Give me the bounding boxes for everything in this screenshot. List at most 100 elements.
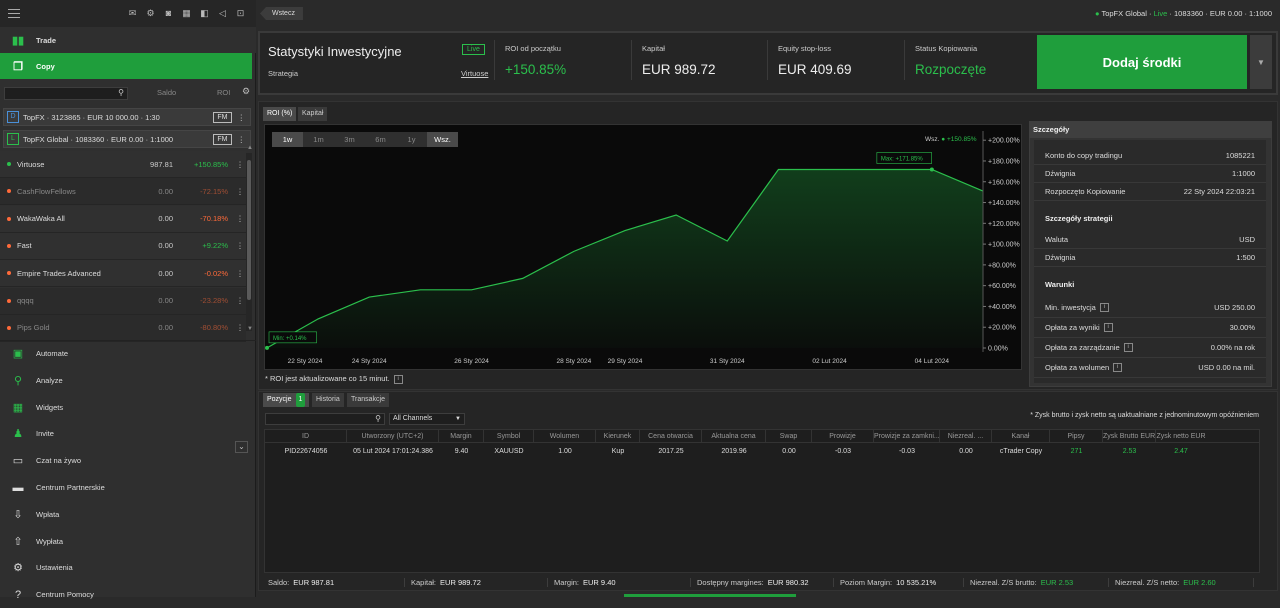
column-header[interactable]: Kanał bbox=[992, 430, 1050, 442]
timeframe-1w[interactable]: 1w bbox=[272, 132, 303, 147]
nav-briefcase[interactable]: ▬ Centrum Partnerskie bbox=[0, 474, 256, 501]
chart-window-icon[interactable]: ⊡ bbox=[235, 8, 246, 19]
add-funds-dropdown-icon[interactable]: ▼ bbox=[1250, 35, 1272, 89]
list-item[interactable]: Pips Gold 0.00 -80.80% ⋮ bbox=[0, 314, 246, 342]
more-options-icon[interactable]: ⋮ bbox=[234, 241, 246, 250]
back-button[interactable]: Wstecz bbox=[260, 7, 303, 20]
column-header[interactable]: Wolumen bbox=[534, 430, 596, 442]
column-header[interactable]: Symbol bbox=[484, 430, 534, 442]
stat-equity-label: Equity stop-loss bbox=[778, 44, 831, 53]
column-header[interactable]: Pipsy bbox=[1050, 430, 1103, 442]
nav-help[interactable]: ? Centrum Pomocy bbox=[0, 581, 256, 608]
settings-gear-icon[interactable]: ⚙ bbox=[242, 86, 250, 97]
nav-withdraw[interactable]: ⇧ Wypłata bbox=[0, 528, 256, 555]
nav-chat[interactable]: ▭ Czat na żywo bbox=[0, 447, 256, 474]
list-item[interactable]: Empire Trades Advanced 0.00 -0.02% ⋮ bbox=[0, 260, 246, 288]
more-options-icon[interactable]: ⋮ bbox=[234, 269, 246, 278]
tab-capital[interactable]: Kapitał bbox=[298, 107, 328, 121]
nav-deposit[interactable]: ⇩ Wpłata bbox=[0, 501, 256, 528]
more-options-icon[interactable]: ⋮ bbox=[234, 214, 246, 223]
more-options-icon[interactable]: ⋮ bbox=[238, 135, 246, 144]
table-row[interactable]: PID22674056 05 Lut 2024 17:01:24.386 9.40 X… bbox=[265, 445, 1259, 458]
detail-value: 1085221 bbox=[1225, 151, 1255, 160]
stat-status-label: Status Kopiowania bbox=[915, 44, 978, 53]
list-item[interactable]: CashFlowFellows 0.00 -72.15% ⋮ bbox=[0, 178, 246, 206]
scroll-down-icon[interactable]: ▼ bbox=[247, 326, 253, 332]
tab-historia[interactable]: Historia bbox=[312, 393, 344, 407]
column-header[interactable]: Zysk netto EUR bbox=[1156, 430, 1206, 442]
camera-icon[interactable]: ◙ bbox=[163, 8, 174, 19]
strategy-link[interactable]: Virtuose bbox=[461, 69, 488, 78]
fm-badge[interactable]: FM bbox=[213, 133, 232, 145]
more-options-icon[interactable]: ⋮ bbox=[234, 187, 246, 196]
fm-badge[interactable]: FM bbox=[213, 111, 232, 123]
detail-key: Min. inwestycja i bbox=[1045, 303, 1214, 313]
column-header[interactable]: Prowizje bbox=[812, 430, 874, 442]
column-header[interactable]: Niezreal. ... bbox=[940, 430, 992, 442]
more-options-icon[interactable]: ⋮ bbox=[234, 160, 246, 169]
summary-value: 10 535.21% bbox=[896, 578, 937, 587]
column-header[interactable]: Kierunek bbox=[596, 430, 640, 442]
more-options-icon[interactable]: ⋮ bbox=[234, 296, 246, 305]
positions-search-input[interactable]: ⚲ bbox=[265, 413, 385, 425]
detail-key: Opłata za wolumen i bbox=[1045, 363, 1198, 373]
column-header[interactable]: Zysk Brutto EUR bbox=[1103, 430, 1156, 442]
divider bbox=[767, 40, 768, 80]
calendar-icon[interactable]: ▦ bbox=[181, 8, 192, 19]
timeframe-3m[interactable]: 3m bbox=[334, 132, 365, 147]
chat-icon: ▭ bbox=[12, 455, 24, 468]
column-header[interactable]: Prowizje za zamkni... bbox=[874, 430, 940, 442]
sound-icon[interactable]: ◁ bbox=[217, 8, 228, 19]
nav-magnifier-chart[interactable]: ⚲ Analyze bbox=[0, 367, 256, 394]
nav-copy[interactable]: ❐ Copy bbox=[0, 53, 252, 79]
widgets-icon: ▦ bbox=[12, 401, 24, 414]
table-cell: 05 Lut 2024 17:01:24.386 bbox=[353, 448, 433, 455]
min-label: Min: +0.14% bbox=[273, 336, 307, 342]
list-item[interactable]: WakaWaka All 0.00 -70.18% ⋮ bbox=[0, 205, 246, 233]
column-header[interactable]: Aktualna cena bbox=[702, 430, 766, 442]
table-cell: 2.47 bbox=[1174, 448, 1188, 455]
column-header[interactable]: ID bbox=[265, 430, 347, 442]
nav-people[interactable]: ♟ Invite bbox=[0, 420, 256, 447]
tab-transakcje[interactable]: Transakcje bbox=[347, 393, 389, 407]
collapse-chevron-icon[interactable]: ⌄ bbox=[235, 441, 248, 453]
more-options-icon[interactable]: ⋮ bbox=[234, 323, 246, 332]
hamburger-menu-icon[interactable] bbox=[8, 9, 20, 18]
nav-trade[interactable]: ▮▮ Trade bbox=[0, 27, 256, 53]
info-icon[interactable]: i bbox=[1099, 303, 1109, 313]
tab-pozycje[interactable]: Pozycje 1 bbox=[263, 393, 310, 407]
tools-icon[interactable]: ⚙ bbox=[145, 8, 156, 19]
layout-icon[interactable]: ◧ bbox=[199, 8, 210, 19]
strategies-scroll-thumb[interactable] bbox=[247, 160, 251, 300]
strategy-search-input[interactable]: ⚲ bbox=[4, 86, 128, 100]
nav-gear[interactable]: ⚙ Ustawienia bbox=[0, 554, 256, 581]
timeframe-Wsz[interactable]: Wsz. bbox=[427, 132, 458, 147]
account-row[interactable]: D TopFX · 3123865 · EUR 10 000.00 · 1:30 F… bbox=[3, 108, 251, 126]
timeframe-6m[interactable]: 6m bbox=[365, 132, 396, 147]
info-icon[interactable]: i bbox=[1113, 363, 1123, 373]
table-cell: -0.03 bbox=[835, 448, 851, 455]
list-item[interactable]: qqqq 0.00 -23.28% ⋮ bbox=[0, 287, 246, 315]
channels-select[interactable]: All Channels ▼ bbox=[389, 413, 465, 425]
info-icon[interactable]: i bbox=[393, 374, 403, 384]
info-icon[interactable]: i bbox=[1103, 323, 1113, 333]
column-header[interactable]: Swap bbox=[766, 430, 812, 442]
mail-icon[interactable]: ✉ bbox=[127, 8, 138, 19]
account-row[interactable]: L TopFX Global · 1083360 · EUR 0.00 · 1:1… bbox=[3, 130, 251, 148]
timeframe-1m[interactable]: 1m bbox=[303, 132, 334, 147]
column-header[interactable]: Margin bbox=[439, 430, 484, 442]
stat-status: Status Kopiowania Rozpoczęte bbox=[915, 44, 986, 77]
list-item[interactable]: Virtuose 987.81 +150.85% ⋮ bbox=[0, 151, 246, 178]
active-account-info[interactable]: ● TopFX Global · Live · 1083360 · EUR 0.… bbox=[1095, 9, 1272, 18]
info-icon[interactable]: i bbox=[1123, 343, 1133, 353]
nav-widgets[interactable]: ▦ Widgets bbox=[0, 394, 256, 421]
more-options-icon[interactable]: ⋮ bbox=[238, 113, 246, 122]
timeframe-1y[interactable]: 1y bbox=[396, 132, 427, 147]
column-header[interactable]: Utworzony (UTC+2) bbox=[347, 430, 439, 442]
add-funds-button[interactable]: Dodaj środki bbox=[1037, 35, 1247, 89]
column-header[interactable]: Cena otwarcia bbox=[640, 430, 702, 442]
scroll-up-icon[interactable]: ▲ bbox=[247, 145, 253, 151]
tab-roi[interactable]: ROI (%) bbox=[263, 107, 297, 121]
nav-robot[interactable]: ▣ Automate bbox=[0, 340, 256, 367]
list-item[interactable]: Fast 0.00 +9.22% ⋮ bbox=[0, 232, 246, 260]
